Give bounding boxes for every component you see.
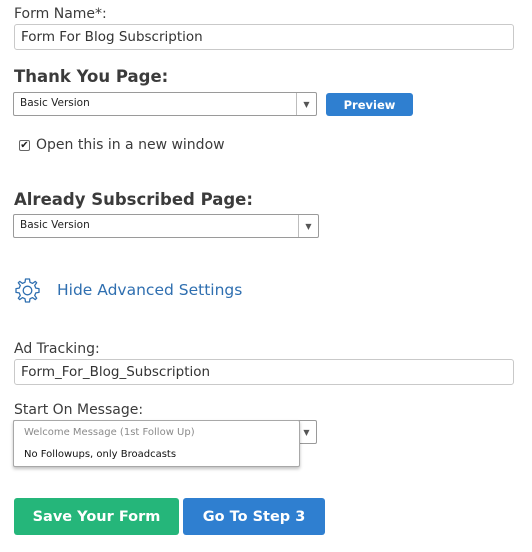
form-name-input[interactable]: Form For Blog Subscription bbox=[14, 24, 514, 50]
start-message-label: Start On Message: bbox=[14, 402, 144, 418]
preview-button[interactable]: Preview bbox=[326, 93, 413, 116]
start-message-dropdown-list: Welcome Message (1st Follow Up) No Follo… bbox=[13, 420, 300, 467]
dropdown-option[interactable]: Welcome Message (1st Follow Up) bbox=[24, 427, 195, 438]
form-name-label: Form Name*: bbox=[14, 6, 107, 22]
dropdown-option[interactable]: No Followups, only Broadcasts bbox=[24, 449, 176, 460]
save-form-button[interactable]: Save Your Form bbox=[14, 498, 179, 535]
already-subscribed-heading: Already Subscribed Page: bbox=[14, 190, 253, 209]
hide-advanced-settings-link[interactable]: Hide Advanced Settings bbox=[57, 281, 242, 299]
already-subscribed-selected-value: Basic Version bbox=[20, 219, 90, 231]
open-new-window-checkbox[interactable]: ✔ bbox=[19, 140, 30, 151]
thank-you-selected-value: Basic Version bbox=[20, 97, 90, 109]
open-new-window-label: Open this in a new window bbox=[36, 137, 225, 153]
gear-icon[interactable] bbox=[13, 276, 42, 305]
already-subscribed-select[interactable]: Basic Version ▼ bbox=[13, 214, 319, 238]
ad-tracking-label: Ad Tracking: bbox=[14, 341, 100, 357]
ad-tracking-input[interactable]: Form_For_Blog_Subscription bbox=[14, 359, 514, 385]
thank-you-heading: Thank You Page: bbox=[14, 67, 169, 86]
chevron-down-icon[interactable]: ▼ bbox=[298, 215, 318, 237]
thank-you-select[interactable]: Basic Version ▼ bbox=[13, 92, 317, 116]
go-to-step-3-button[interactable]: Go To Step 3 bbox=[183, 498, 325, 535]
chevron-down-icon[interactable]: ▼ bbox=[296, 93, 316, 115]
